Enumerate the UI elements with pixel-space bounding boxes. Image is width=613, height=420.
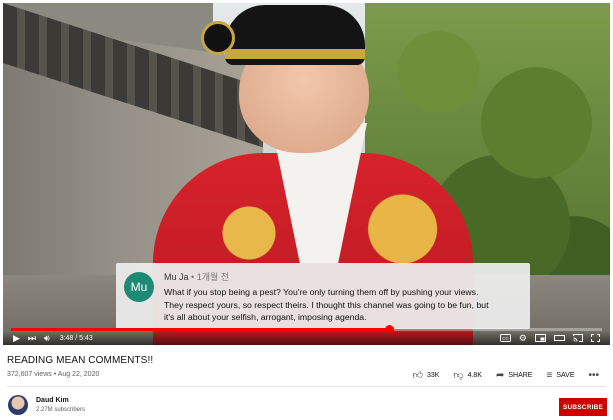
comment-avatar: Mu [124, 272, 154, 302]
channel-avatar[interactable] [8, 395, 28, 415]
more-icon: ••• [588, 369, 599, 381]
comment-overlay: Mu Mu Ja • 1개월 전 What if you stop being … [116, 263, 530, 329]
theater-icon[interactable] [554, 334, 565, 342]
player-controls: ▶ ⏭ 🔊︎ 3:48 / 5:43 CC ⚙ [3, 331, 610, 345]
share-icon: ➦ [495, 369, 505, 381]
thumbs-down-icon: 👎︎ [453, 370, 464, 381]
video-meta: 372,607 views • Aug 22, 2020 [7, 371, 100, 378]
dislike-button[interactable]: 👎︎ 4.8K [453, 369, 482, 381]
comment-body: Mu Ja • 1개월 전 What if you stop being a p… [164, 270, 522, 322]
channel-name[interactable]: Daud Kim [36, 397, 69, 404]
gear-icon[interactable]: ⚙ [519, 333, 527, 343]
video-title: READING MEAN COMMENTS!! [7, 355, 154, 366]
page: Mu Mu Ja • 1개월 전 What if you stop being … [0, 0, 613, 420]
comment-line-1: What if you stop being a pest? You're on… [164, 287, 479, 297]
person-hat-ornament [201, 21, 235, 55]
cc-icon[interactable]: CC [499, 334, 511, 342]
like-button[interactable]: 👍︎ 33K [412, 369, 439, 381]
comment-line-3: it's all about your selfish, arrogant, i… [164, 312, 367, 323]
subscribe-button[interactable]: SUBSCRIBE [559, 398, 607, 416]
playlist-add-icon: ≡ [546, 369, 553, 381]
miniplayer-icon[interactable] [535, 334, 546, 342]
video-actions: 👍︎ 33K 👎︎ 4.8K ➦ SHARE ≡ SAVE ••• [412, 369, 599, 382]
comment-line-2: They respect yours, so respect theirs. I… [164, 299, 489, 310]
cast-icon[interactable] [573, 334, 583, 342]
person-hat-band [225, 49, 365, 59]
comment-header: Mu Ja • 1개월 전 [164, 270, 522, 283]
next-icon[interactable]: ⏭ [28, 333, 36, 343]
more-button[interactable]: ••• [588, 370, 599, 381]
thumbs-up-icon: 👍︎ [412, 370, 423, 381]
time-display: 3:48 / 5:43 [59, 334, 93, 342]
share-button[interactable]: ➦ SHARE [496, 370, 533, 381]
comment-time: 1개월 전 [196, 272, 230, 282]
video-player[interactable]: Mu Mu Ja • 1개월 전 What if you stop being … [3, 3, 610, 345]
dislike-count: 4.8K [467, 371, 482, 379]
save-button[interactable]: ≡ SAVE [546, 370, 574, 381]
svg-text:CC: CC [502, 336, 509, 341]
like-count: 33K [426, 371, 440, 379]
comment-separator: • [191, 272, 195, 282]
play-icon[interactable]: ▶ [13, 333, 20, 343]
volume-icon[interactable]: 🔊︎ [44, 333, 50, 343]
comment-author: Mu Ja [164, 272, 189, 282]
save-label: SAVE [556, 371, 575, 379]
fullscreen-icon[interactable] [591, 334, 600, 342]
divider [7, 386, 606, 387]
channel-subscribers: 2.27M subscribers [36, 407, 86, 413]
share-label: SHARE [508, 371, 533, 379]
